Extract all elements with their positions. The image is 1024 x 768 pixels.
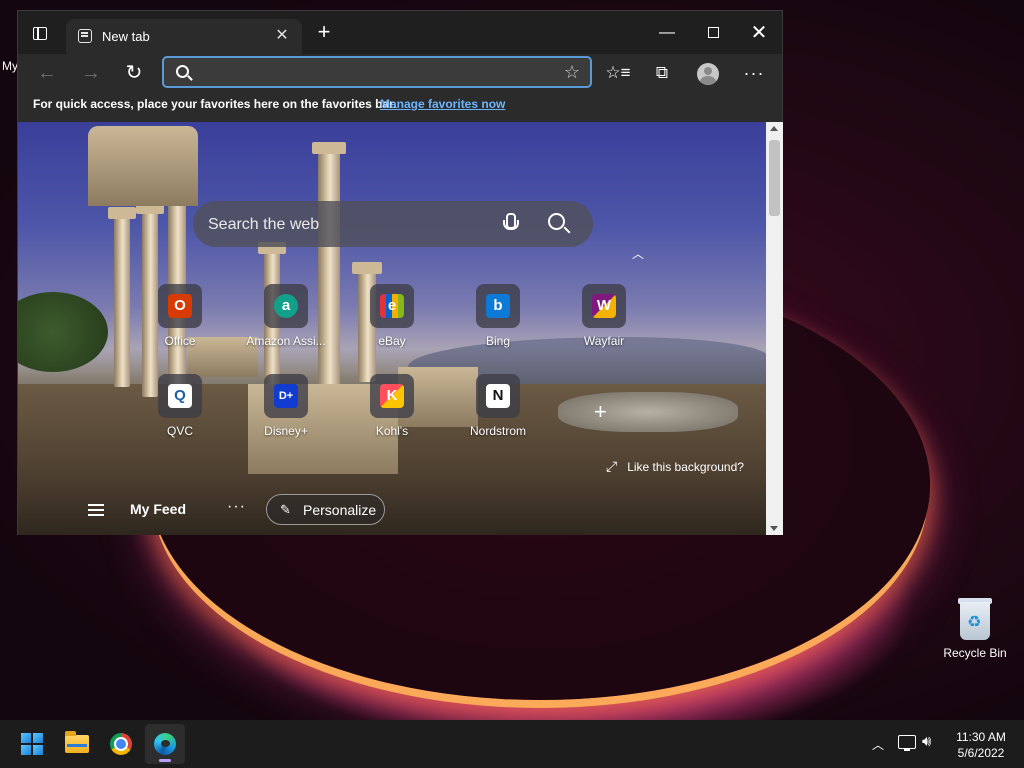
web-search-box[interactable]: Search the web xyxy=(193,201,593,247)
new-tab-plus-icon[interactable]: + xyxy=(312,21,336,43)
recycle-bin[interactable]: ♻ Recycle Bin xyxy=(940,596,1010,660)
quick-link-label: Kohl's xyxy=(375,424,409,438)
like-background-button[interactable]: ⤢ Like this background? xyxy=(606,458,744,475)
ebay-icon: e xyxy=(380,294,404,318)
recycle-bin-icon: ♻ xyxy=(956,596,994,640)
quick-link-nordstrom[interactable]: N Nordstrom xyxy=(448,374,548,438)
quick-link-wayfair[interactable]: W Wayfair xyxy=(554,284,654,348)
disney-plus-icon: D+ xyxy=(274,384,298,408)
kohls-icon: K xyxy=(380,384,404,408)
quick-link-qvc[interactable]: Q QVC xyxy=(130,374,230,438)
address-input[interactable] xyxy=(200,61,550,83)
bing-icon: b xyxy=(486,294,510,318)
back-arrow-icon[interactable]: ← xyxy=(32,58,62,88)
quick-link-amazon-assistant[interactable]: a Amazon Assi... xyxy=(236,284,336,348)
nordstrom-icon: N xyxy=(486,384,510,408)
active-app-indicator xyxy=(159,759,171,762)
edge-icon xyxy=(154,733,176,755)
chevron-up-icon[interactable]: ︿ xyxy=(632,245,644,262)
hamburger-menu-icon[interactable] xyxy=(88,504,104,516)
personalize-button[interactable]: ✎ Personalize xyxy=(266,494,385,525)
quick-link-label: Wayfair xyxy=(583,334,625,348)
feed-bar: My Feed ··· ✎ Personalize xyxy=(18,494,766,535)
qvc-icon: Q xyxy=(168,384,192,408)
tab-actions-menu-icon[interactable] xyxy=(28,23,56,45)
title-bar: New tab ✕ + — ✕ xyxy=(18,11,782,54)
chrome-button[interactable] xyxy=(101,724,141,764)
amazon-assistant-icon: a xyxy=(274,294,298,318)
windows-logo-icon xyxy=(21,733,43,755)
file-explorer-button[interactable] xyxy=(57,724,97,764)
quick-link-label: Office xyxy=(164,334,196,348)
background-entablature xyxy=(88,126,198,206)
clock-time: 11:30 AM xyxy=(956,730,1006,744)
new-tab-favicon-icon xyxy=(78,29,92,43)
quick-link-office[interactable]: O Office xyxy=(130,284,230,348)
browser-toolbar: ← → ↻ ☆ ☆≡ ⧉ ··· xyxy=(18,54,782,92)
network-icon[interactable] xyxy=(898,735,916,751)
tab-close-icon[interactable]: ✕ xyxy=(272,25,292,45)
favorites-bar: For quick access, place your favorites h… xyxy=(18,92,782,122)
volume-icon[interactable]: 🔊︎ xyxy=(922,733,931,750)
web-search-placeholder: Search the web xyxy=(208,216,320,233)
scrollbar-thumb[interactable] xyxy=(769,140,780,216)
profile-avatar-icon[interactable] xyxy=(692,58,724,88)
desktop-icon-label-partial[interactable]: My xyxy=(2,59,18,73)
favorites-bar-message: For quick access, place your favorites h… xyxy=(33,97,397,111)
quick-link-label: Amazon Assi... xyxy=(246,334,326,348)
maximize-button[interactable] xyxy=(690,19,736,47)
background-column xyxy=(312,142,346,392)
tab-new-tab[interactable]: New tab ✕ xyxy=(66,19,302,54)
office-icon: O xyxy=(168,294,192,318)
scroll-up-arrow-icon[interactable] xyxy=(770,126,778,131)
settings-more-icon[interactable]: ··· xyxy=(738,58,770,88)
quick-link-label: eBay xyxy=(378,334,406,348)
background-column xyxy=(108,207,136,387)
folder-icon xyxy=(65,731,89,753)
quick-link-kohls[interactable]: K Kohl's xyxy=(342,374,442,438)
tab-title: New tab xyxy=(102,29,150,44)
show-hidden-icons-chevron-icon[interactable]: ︿ xyxy=(872,736,884,753)
quick-link-bing[interactable]: b Bing xyxy=(448,284,548,348)
quick-link-ebay[interactable]: e eBay xyxy=(342,284,442,348)
background-rocks xyxy=(558,392,738,432)
like-background-label: Like this background? xyxy=(627,460,744,474)
edge-button[interactable] xyxy=(145,724,185,764)
quick-link-label: Disney+ xyxy=(264,424,308,438)
quick-link-label: Nordstrom xyxy=(469,424,526,438)
quick-link-label: QVC xyxy=(166,424,193,438)
expand-arrows-icon: ⤢ xyxy=(606,458,618,474)
address-bar[interactable]: ☆ xyxy=(162,56,592,88)
refresh-icon[interactable]: ↻ xyxy=(119,58,149,88)
add-site-plus-icon[interactable]: + xyxy=(594,399,607,425)
close-window-button[interactable]: ✕ xyxy=(736,19,782,47)
favorites-icon[interactable]: ☆≡ xyxy=(602,58,634,88)
search-icon[interactable] xyxy=(548,213,565,230)
my-feed-tab[interactable]: My Feed xyxy=(130,501,186,517)
add-favorite-star-icon[interactable]: ☆ xyxy=(564,62,580,83)
quick-link-label: Bing xyxy=(485,334,511,348)
search-icon xyxy=(176,65,189,78)
collections-icon[interactable]: ⧉ xyxy=(646,58,678,88)
taskbar-clock[interactable]: 11:30 AM 5/6/2022 xyxy=(950,729,1012,761)
scroll-down-arrow-icon[interactable] xyxy=(770,526,778,531)
pencil-icon: ✎ xyxy=(280,502,291,517)
feed-more-icon[interactable]: ··· xyxy=(227,498,246,516)
page-scrollbar[interactable] xyxy=(766,122,783,535)
taskbar xyxy=(0,720,1024,768)
start-button[interactable] xyxy=(12,724,52,764)
new-tab-page: Search the web ︿ O Office a Amazon Assi.… xyxy=(18,122,766,535)
edge-browser-window: New tab ✕ + — ✕ ← → ↻ ☆ ☆≡ ⧉ ··· For qui… xyxy=(17,10,783,535)
manage-favorites-link[interactable]: Manage favorites now xyxy=(380,97,505,111)
chrome-icon xyxy=(110,733,132,755)
forward-arrow-icon[interactable]: → xyxy=(76,58,106,88)
minimize-button[interactable]: — xyxy=(644,19,690,47)
wayfair-icon: W xyxy=(592,294,616,318)
microphone-icon[interactable] xyxy=(503,213,519,233)
quick-link-disney-plus[interactable]: D+ Disney+ xyxy=(236,374,336,438)
recycle-bin-label: Recycle Bin xyxy=(943,646,1007,660)
background-tree xyxy=(18,292,108,372)
personalize-label: Personalize xyxy=(303,502,377,518)
clock-date: 5/6/2022 xyxy=(957,746,1005,760)
